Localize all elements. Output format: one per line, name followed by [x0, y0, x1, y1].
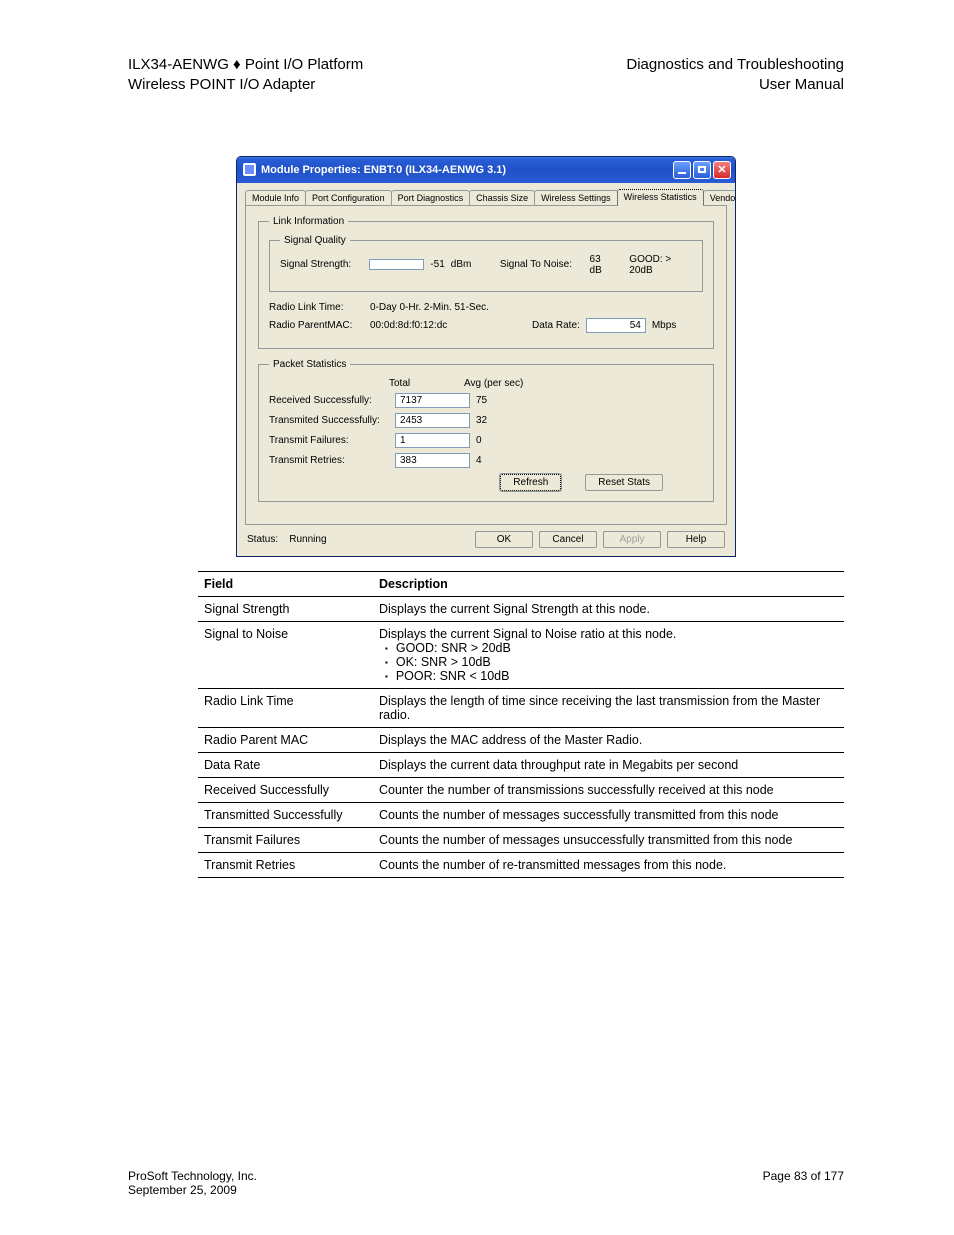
- tab-chassis-size[interactable]: Chassis Size: [469, 190, 535, 206]
- table-header-row: Field Description: [198, 571, 844, 596]
- data-rate-unit: Mbps: [652, 320, 676, 331]
- transmit-failures-label: Transmit Failures:: [269, 435, 389, 446]
- table-row: Data Rate Displays the current data thro…: [198, 752, 844, 777]
- table-row: Radio Link Time Displays the length of t…: [198, 688, 844, 727]
- signal-strength-bar: [369, 259, 424, 270]
- footer-page: Page 83 of 177: [763, 1169, 844, 1197]
- tab-wireless-settings[interactable]: Wireless Settings: [534, 190, 618, 206]
- signal-to-noise-label: Signal To Noise:: [500, 259, 572, 270]
- reset-stats-button[interactable]: Reset Stats: [585, 474, 663, 491]
- table-row: Radio Parent MAC Displays the MAC addres…: [198, 727, 844, 752]
- apply-button[interactable]: Apply: [603, 531, 661, 548]
- signal-strength-label: Signal Strength:: [280, 259, 363, 270]
- list-item: OK: SNR > 10dB: [399, 655, 838, 669]
- list-item: POOR: SNR < 10dB: [399, 669, 838, 683]
- footer-date: September 25, 2009: [128, 1183, 257, 1197]
- transmit-failures-avg: 0: [476, 435, 551, 446]
- table-row: Transmitted Successfully Counts the numb…: [198, 802, 844, 827]
- table-header-field: Field: [198, 571, 373, 596]
- table-row: Received Successfully Counter the number…: [198, 777, 844, 802]
- footer-company: ProSoft Technology, Inc.: [128, 1169, 257, 1183]
- cancel-button[interactable]: Cancel: [539, 531, 597, 548]
- status-value: Running: [289, 534, 326, 545]
- header-doctype: User Manual: [626, 75, 844, 95]
- close-button[interactable]: ✕: [713, 161, 731, 179]
- refresh-button[interactable]: Refresh: [500, 474, 561, 491]
- maximize-button[interactable]: [693, 161, 711, 179]
- window-icon: [243, 163, 256, 176]
- transmitted-successfully-label: Transmited Successfully:: [269, 415, 389, 426]
- packet-avg-header: Avg (per sec): [464, 378, 539, 389]
- tab-wireless-statistics[interactable]: Wireless Statistics: [617, 189, 704, 206]
- data-rate-value: 54: [586, 318, 646, 333]
- table-row: Transmit Failures Counts the number of m…: [198, 827, 844, 852]
- table-row: Transmit Retries Counts the number of re…: [198, 852, 844, 877]
- minimize-button[interactable]: [673, 161, 691, 179]
- signal-to-noise-rating: GOOD: > 20dB: [629, 254, 692, 276]
- tab-port-diagnostics[interactable]: Port Diagnostics: [391, 190, 471, 206]
- signal-strength-value: -51: [430, 259, 444, 270]
- received-successfully-avg: 75: [476, 395, 551, 406]
- data-rate-label: Data Rate:: [532, 320, 580, 331]
- radio-link-time-label: Radio Link Time:: [269, 302, 364, 313]
- link-information-legend: Link Information: [269, 216, 348, 227]
- table-row: Signal to Noise Displays the current Sig…: [198, 621, 844, 688]
- packet-statistics-group: Packet Statistics Total Avg (per sec) Re…: [258, 359, 714, 502]
- radio-parent-mac-label: Radio ParentMAC:: [269, 320, 364, 331]
- status-label: Status:: [247, 534, 278, 545]
- packet-total-header: Total: [389, 378, 464, 389]
- table-row: Signal Strength Displays the current Sig…: [198, 596, 844, 621]
- transmit-retries-label: Transmit Retries:: [269, 455, 389, 466]
- transmitted-successfully-total: 2453: [395, 413, 470, 428]
- transmit-retries-avg: 4: [476, 455, 551, 466]
- transmit-retries-total: 383: [395, 453, 470, 468]
- module-properties-dialog: Module Properties: ENBT:0 (ILX34-AENWG 3…: [236, 156, 736, 557]
- signal-to-noise-value: 63 dB: [590, 254, 614, 276]
- ok-button[interactable]: OK: [475, 531, 533, 548]
- snr-intro: Displays the current Signal to Noise rat…: [379, 627, 838, 641]
- window-title: Module Properties: ENBT:0 (ILX34-AENWG 3…: [261, 164, 506, 176]
- received-successfully-label: Received Successfully:: [269, 395, 389, 406]
- radio-parent-mac-value: 00:0d:8d:f0:12:dc: [370, 320, 470, 331]
- header-product: ILX34-AENWG ♦ Point I/O Platform: [128, 55, 363, 75]
- header-subtitle: Wireless POINT I/O Adapter: [128, 75, 363, 95]
- titlebar[interactable]: Module Properties: ENBT:0 (ILX34-AENWG 3…: [237, 157, 735, 183]
- transmitted-successfully-avg: 32: [476, 415, 551, 426]
- list-item: GOOD: SNR > 20dB: [399, 641, 838, 655]
- signal-quality-legend: Signal Quality: [280, 235, 350, 246]
- packet-statistics-legend: Packet Statistics: [269, 359, 350, 370]
- signal-quality-group: Signal Quality Signal Strength: -51 dBm …: [269, 235, 703, 292]
- tab-module-info[interactable]: Module Info: [245, 190, 306, 206]
- help-button[interactable]: Help: [667, 531, 725, 548]
- tab-vendor[interactable]: Vendor: [703, 190, 736, 206]
- transmit-failures-total: 1: [395, 433, 470, 448]
- header-section: Diagnostics and Troubleshooting: [626, 55, 844, 75]
- field-description-table: Field Description Signal Strength Displa…: [198, 571, 844, 878]
- table-header-desc: Description: [373, 571, 844, 596]
- received-successfully-total: 7137: [395, 393, 470, 408]
- tab-port-configuration[interactable]: Port Configuration: [305, 190, 392, 206]
- signal-strength-unit: dBm: [451, 259, 472, 270]
- radio-link-time-value: 0-Day 0-Hr. 2-Min. 51-Sec.: [370, 302, 489, 313]
- link-information-group: Link Information Signal Quality Signal S…: [258, 216, 714, 349]
